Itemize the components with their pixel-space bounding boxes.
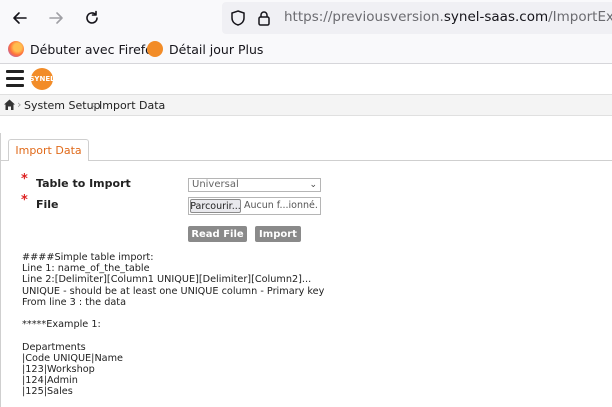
url-path: /ImportExport [548,9,612,25]
browser-toolbar: https://previousversion.synel-saas.com/I… [0,0,612,36]
chevron-down-icon: ⌄ [309,180,317,190]
url-text[interactable]: https://previousversion.synel-saas.com/I… [284,9,612,25]
lock-icon[interactable] [255,9,273,27]
file-status: Aucun f...ionné. [244,200,318,211]
breadcrumb-import-data: Import Data [99,99,166,112]
instruction-line [22,308,324,319]
synel-logo[interactable]: SYNEL [29,68,55,90]
tab-import-data[interactable]: Import Data [8,139,89,161]
instructions-text: ####Simple table import: Line 1: name_of… [22,252,324,397]
bookmark-firefox[interactable]: Débuter avec Firefox [8,41,160,57]
browse-button[interactable]: Parcourir... [190,199,241,213]
table-select[interactable]: Universal ⌄ [188,178,321,192]
file-label: File [36,198,59,211]
reload-button[interactable] [80,6,104,30]
import-button[interactable]: Import [255,226,301,242]
read-file-button[interactable]: Read File [188,226,247,242]
url-bar[interactable]: https://previousversion.synel-saas.com/I… [222,2,612,34]
app-header: SYNEL [0,64,612,94]
instruction-line: |Code UNIQUE|Name [22,352,124,364]
instruction-line: Line 1: name_of_the_table [22,263,150,275]
url-prefix: https://previousversion. [284,9,444,25]
instruction-line: Line 2:[Delimiter][Column1 UNIQUE][Delim… [22,274,312,286]
instruction-line: |125|Sales [22,386,73,398]
url-host: synel-saas.com [443,9,549,25]
instruction-line: *****Example 1: [22,319,101,331]
instruction-line: UNIQUE - should be at least one UNIQUE c… [22,285,325,297]
breadcrumb-separator: › [92,98,97,111]
file-input[interactable]: Parcourir... Aucun f...ionné. [188,197,321,215]
instruction-line: ####Simple table import: [22,252,154,263]
forward-button[interactable] [44,6,68,30]
bookmark-detail-jour[interactable]: Détail jour Plus [147,41,263,57]
back-arrow-icon [13,12,27,24]
instruction-line: |124|Admin [22,375,78,387]
required-marker: * [21,193,28,208]
table-to-import-label: Table to Import [36,177,131,190]
instruction-line: Departments [22,341,86,353]
breadcrumb: › System Setup › Import Data [0,94,612,116]
instruction-line: From line 3 : the data [22,296,127,308]
bookmark-label: Débuter avec Firefox [30,41,160,57]
menu-icon[interactable] [6,70,24,88]
breadcrumb-separator: › [17,98,22,111]
instruction-line: |123|Workshop [22,363,95,375]
tab-strip [1,160,612,161]
instruction-line [22,330,324,341]
shield-icon[interactable] [229,9,247,27]
reload-icon [86,10,98,24]
bookmark-label: Détail jour Plus [169,41,264,57]
required-marker: * [21,172,28,187]
bookmarks-bar: Débuter avec Firefox Détail jour Plus [0,36,612,64]
home-icon[interactable] [3,98,16,111]
back-button[interactable] [8,6,32,30]
breadcrumb-system-setup[interactable]: System Setup [24,99,101,112]
synel-favicon-icon [147,41,163,57]
table-select-value: Universal [192,179,239,190]
forward-arrow-icon [49,12,63,24]
firefox-icon [8,41,24,57]
